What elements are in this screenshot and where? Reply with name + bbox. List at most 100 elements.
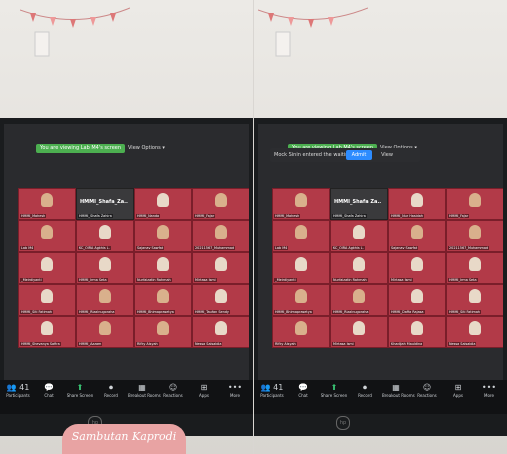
participant-tile[interactable]: KC_OIRA Agkhis L. <box>330 220 388 252</box>
participant-tile[interactable]: HMMI_Mahesh <box>18 188 76 220</box>
share-screen-button[interactable]: ⬆ Share Screen <box>320 383 348 399</box>
participant-name: HMMI_Siti Fatimah <box>448 310 482 314</box>
participant-video <box>157 257 169 271</box>
participant-tile[interactable]: Nurfaizatin Rahmah <box>134 252 192 284</box>
participant-video <box>157 193 169 207</box>
participant-name: KC_OIRA Agkhis L. <box>332 246 365 250</box>
participant-video <box>295 193 307 207</box>
participant-video <box>215 321 227 335</box>
participant-video <box>157 289 169 303</box>
participant-name: HMMI_Mahesh <box>274 214 301 218</box>
hp-logo: hp <box>336 416 350 430</box>
participant-tile[interactable]: Rifky Alsyah <box>272 316 330 348</box>
participant-tile[interactable]: HMMI_Siti Fatimah <box>446 284 503 316</box>
participant-tile[interactable]: Mirtasa Ismi <box>192 252 249 284</box>
participant-name: HMMI_Taufan Sendy <box>194 310 230 314</box>
participant-tile[interactable]: HMMI_Bhimaprasetya <box>134 284 192 316</box>
participant-tile[interactable]: HMMI_Irma Seta <box>446 252 503 284</box>
participant-tile[interactable]: Nessa Salsabila <box>192 316 249 348</box>
participant-tile[interactable]: Sajanav Sawfat <box>134 220 192 252</box>
participant-tile[interactable]: 20211567_Muhammad <box>446 220 503 252</box>
participant-tile[interactable]: _Meirdiyanti <box>18 252 76 284</box>
participant-tile[interactable]: KC_OIRA Agkhis L. <box>76 220 134 252</box>
share-screen-button[interactable]: ⬆ Share Screen <box>66 383 94 399</box>
participant-tile[interactable]: HMMI_Shevanya Safira <box>18 316 76 348</box>
participant-video <box>411 321 423 335</box>
more-icon: ••• <box>481 383 497 392</box>
participant-tile[interactable]: HMMI_Nanda <box>134 188 192 220</box>
participant-tile[interactable]: Rifky Alsyah <box>134 316 192 348</box>
apps-button[interactable]: ⊞ Apps <box>444 383 472 399</box>
participant-tile[interactable]: HMMI_Shafa Za.. HMMI_Shafa Zahira <box>330 188 388 220</box>
participant-grid: HMMI_Mahesh HMMI_Shafa_Za.. HMMI_Shafa Zah… <box>18 188 249 380</box>
participant-tile[interactable]: 20211567_Muhammad <box>192 220 249 252</box>
view-options-button[interactable]: View Options ▾ <box>128 144 165 153</box>
participant-video <box>215 225 227 239</box>
toolbar-label: Participants <box>6 393 30 398</box>
participant-name: Lab M4 <box>20 246 35 250</box>
participant-tile[interactable]: HMMI_Bhimaprasetya <box>272 284 330 316</box>
participant-video <box>469 289 481 303</box>
participant-video <box>41 193 53 207</box>
participant-tile[interactable]: HMMI_Irma Seta <box>76 252 134 284</box>
participant-video <box>157 225 169 239</box>
zoom-window: You are viewing Lab M4's screen View Opt… <box>258 124 503 380</box>
record-button[interactable]: ⏺ Record <box>351 383 379 399</box>
breakout-rooms-button[interactable]: ▦ Breakout Rooms <box>382 383 415 399</box>
toolbar-label: Record <box>104 393 118 398</box>
participant-video <box>41 257 53 271</box>
participant-tile[interactable]: HMMI_Rizalnugoraha <box>76 284 134 316</box>
participant-video <box>411 193 423 207</box>
participant-name: Mirtasa Ismi <box>332 342 355 346</box>
toolbar-label: Breakout Rooms <box>128 393 161 398</box>
participant-tile[interactable]: Nessa Salsabila <box>446 316 503 348</box>
participant-tile[interactable]: HMMI_Shafa_Za.. HMMI_Shafa Zahira <box>76 188 134 220</box>
participant-name: Nessa Salsabila <box>194 342 223 346</box>
participant-name: HMMI_Irma Seta <box>78 278 108 282</box>
share-screen-icon: ⬆ <box>76 383 84 392</box>
participant-tile[interactable]: HMMI_Rizalnugoraha <box>330 284 388 316</box>
participant-tile[interactable]: HMMI_Daffa Rajasa <box>388 284 446 316</box>
admit-button[interactable]: Admit <box>346 150 372 160</box>
participant-video <box>411 289 423 303</box>
participant-video <box>353 321 365 335</box>
participant-name: HMMI_Irma Seta <box>448 278 478 282</box>
more-button[interactable]: ••• More <box>221 383 249 399</box>
participant-name: Rifky Alsyah <box>274 342 297 346</box>
caption-sticker: Sambutan Kaprodi <box>62 424 186 454</box>
participant-tile[interactable]: _Meirdiyanti <box>272 252 330 284</box>
participant-tile[interactable]: Mirtasa Ismi <box>330 316 388 348</box>
toolbar-label: More <box>230 393 240 398</box>
participant-tile[interactable]: HMMI_Taufan Sendy <box>192 284 249 316</box>
participant-tile[interactable]: HMMI_Siti Fatimah <box>18 284 76 316</box>
reactions-button[interactable]: ☺ Reactions <box>159 383 187 399</box>
more-icon: ••• <box>227 383 243 392</box>
participant-tile[interactable]: Mirtasa Ismi <box>388 252 446 284</box>
reactions-button[interactable]: ☺ Reactions <box>413 383 441 399</box>
record-button[interactable]: ⏺ Record <box>97 383 125 399</box>
participant-tile[interactable]: Sajanav Sawfat <box>388 220 446 252</box>
participant-video <box>295 257 307 271</box>
apps-button[interactable]: ⊞ Apps <box>190 383 218 399</box>
chat-button[interactable]: 💬 Chat <box>289 383 317 399</box>
participant-tile[interactable]: HMMI_Fajar <box>446 188 503 220</box>
participant-name: _Meirdiyanti <box>20 278 43 282</box>
breakout-rooms-button[interactable]: ▦ Breakout Rooms <box>128 383 161 399</box>
participant-tile[interactable]: Nurfaizatin Rahmah <box>330 252 388 284</box>
participant-tile[interactable]: HMMI_Fajar <box>192 188 249 220</box>
chat-button[interactable]: 💬 Chat <box>35 383 63 399</box>
participant-tile[interactable]: Lab M4 <box>18 220 76 252</box>
participant-video <box>469 257 481 271</box>
participant-tile[interactable]: HMMI_Nur Hasidah <box>388 188 446 220</box>
screen-share-banner: You are viewing Lab M4's screen <box>36 144 126 153</box>
participants-button[interactable]: 👥 41 Participants <box>258 383 286 399</box>
view-button[interactable]: View <box>376 150 398 160</box>
participant-video <box>215 193 227 207</box>
participant-tile[interactable]: HMMI_Azzam <box>76 316 134 348</box>
participant-tile[interactable]: Lab M4 <box>272 220 330 252</box>
more-button[interactable]: ••• More <box>475 383 503 399</box>
participant-tile[interactable]: HMMI_Mahesh <box>272 188 330 220</box>
participants-button[interactable]: 👥 41 Participants <box>4 383 32 399</box>
participant-video <box>469 225 481 239</box>
participant-tile[interactable]: Khadijah Mauldina <box>388 316 446 348</box>
